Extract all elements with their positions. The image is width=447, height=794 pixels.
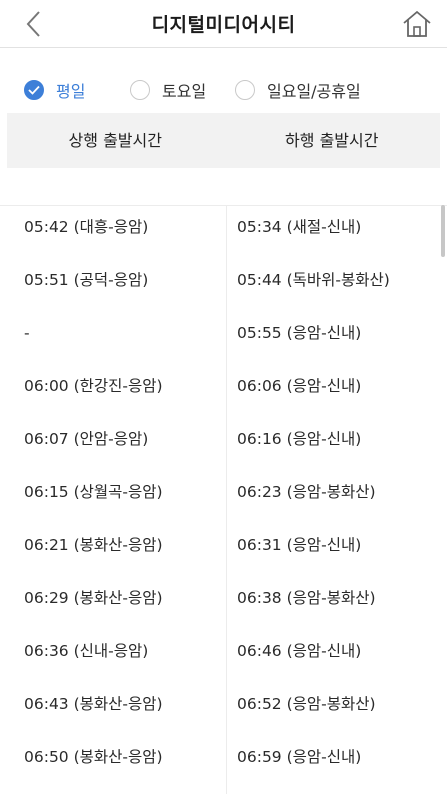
down-time-row: 06:31 (응암-신내) — [237, 536, 362, 554]
up-departure-header: 상행 출발시간 — [68, 131, 162, 150]
down-time-row: 05:34 (새절-신내) — [237, 218, 362, 236]
down-time-row: 06:38 (응암-봉화산) — [237, 589, 376, 607]
checkmark-icon — [24, 80, 44, 100]
down-time-row: 06:46 (응암-신내) — [237, 642, 362, 660]
up-time-row: 05:51 (공덕-응암) — [24, 271, 149, 289]
radio-sunday-holiday[interactable]: 일요일/공휴일 — [235, 78, 361, 102]
home-button[interactable] — [397, 4, 437, 44]
down-time-row: 06:52 (응암-봉화산) — [237, 695, 376, 713]
top-bar: 디지털미디어시티 — [0, 0, 447, 48]
down-time-row: 06:23 (응암-봉화산) — [237, 483, 376, 501]
up-time-row: 06:15 (상월곡-응암) — [24, 483, 163, 501]
up-time-row: - — [24, 324, 30, 342]
home-icon — [403, 10, 431, 37]
scrollbar-thumb[interactable] — [441, 205, 445, 257]
down-time-row: 06:06 (응암-신내) — [237, 377, 362, 395]
radio-saturday-label: 토요일 — [162, 82, 207, 101]
radio-weekday-label: 평일 — [56, 82, 86, 101]
header-spacer — [0, 168, 447, 206]
radio-circle-icon — [235, 80, 255, 100]
up-time-row: 06:00 (한강진-응암) — [24, 377, 163, 395]
up-time-row: 06:43 (봉화산-응암) — [24, 695, 163, 713]
up-time-row: 06:36 (신내-응암) — [24, 642, 149, 660]
up-time-row: 05:42 (대흥-응암) — [24, 218, 149, 236]
down-time-row: 06:59 (응암-신내) — [237, 748, 362, 766]
radio-saturday[interactable]: 토요일 — [130, 78, 206, 102]
down-time-row: 05:44 (독바위-봉화산) — [237, 271, 390, 289]
down-times-column: 05:34 (새절-신내) 05:44 (독바위-봉화산) 05:55 (응암-… — [237, 205, 390, 788]
up-times-column: 05:42 (대흥-응암) 05:51 (공덕-응암) - 06:00 (한강진… — [24, 205, 163, 788]
down-time-row: 05:55 (응암-신내) — [237, 324, 362, 342]
radio-circle-icon — [130, 80, 150, 100]
down-time-row: 06:16 (응암-신내) — [237, 430, 362, 448]
timetable-column-header: 상행 출발시간 하행 출발시간 — [7, 113, 440, 168]
up-time-row: 06:50 (봉화산-응암) — [24, 748, 163, 766]
page-title: 디지털미디어시티 — [151, 14, 296, 36]
radio-weekday[interactable]: 평일 — [24, 78, 85, 102]
down-departure-header: 하행 출발시간 — [285, 131, 379, 150]
timetable-list[interactable]: 05:42 (대흥-응암) 05:51 (공덕-응암) - 06:00 (한강진… — [0, 205, 447, 794]
up-time-row: 06:21 (봉화산-응암) — [24, 536, 163, 554]
radio-sunday-holiday-label: 일요일/공휴일 — [267, 82, 361, 101]
up-time-row: 06:29 (봉화산-응암) — [24, 589, 163, 607]
up-time-row: 06:07 (안암-응암) — [24, 430, 149, 448]
